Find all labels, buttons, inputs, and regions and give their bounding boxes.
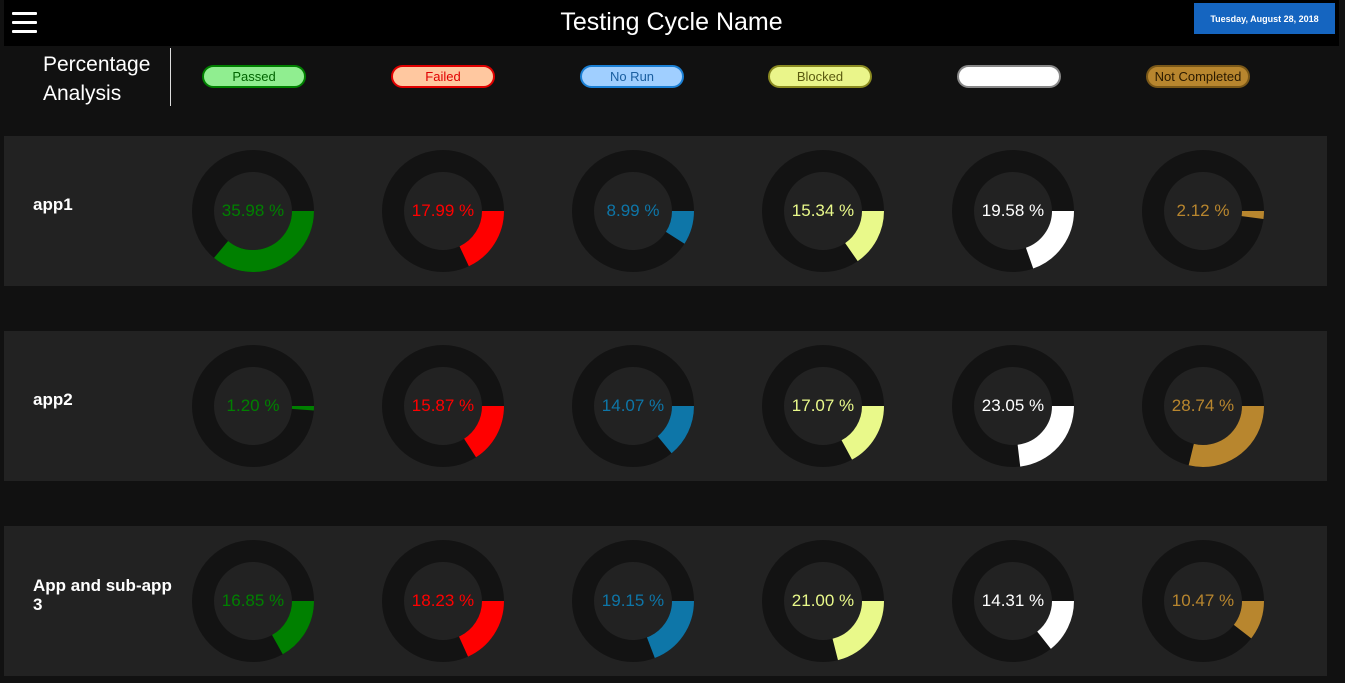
app-row: app1 35.98 % 17.99 % 8.99 % 15.34 % 19.58 % 2.… bbox=[4, 136, 1327, 286]
donut-percentage: 18.23 % bbox=[411, 591, 475, 610]
page-title: Testing Cycle Name bbox=[560, 8, 783, 36]
legend-pill-blocked[interactable]: Blocked bbox=[768, 65, 872, 88]
app-row: App and sub-app 3 16.85 % 18.23 % 19.15 % 21… bbox=[4, 526, 1327, 676]
donut-percentage: 35.98 % bbox=[221, 201, 285, 220]
donut-chart[interactable]: 14.31 % bbox=[952, 540, 1074, 662]
legend-pill-not-completed[interactable]: Not Completed bbox=[1146, 65, 1250, 88]
donut-chart[interactable]: 19.58 % bbox=[952, 150, 1074, 272]
donut-chart[interactable]: 23.05 % bbox=[952, 345, 1074, 467]
donut-percentage: 17.07 % bbox=[791, 396, 855, 415]
legend-pill-no-run[interactable]: No Run bbox=[580, 65, 684, 88]
donut-percentage: 10.47 % bbox=[1171, 591, 1235, 610]
app-name: app1 bbox=[33, 195, 73, 214]
donut-chart[interactable]: 28.74 % bbox=[1142, 345, 1264, 467]
donut-percentage: 16.85 % bbox=[221, 591, 285, 610]
donut-chart[interactable]: 2.12 % bbox=[1142, 150, 1264, 272]
legend-pill-failed[interactable]: Failed bbox=[391, 65, 495, 88]
donut-percentage: 15.34 % bbox=[791, 201, 855, 220]
donut-percentage: 17.99 % bbox=[411, 201, 475, 220]
percentage-analysis-line2: Analysis bbox=[43, 82, 122, 105]
header-divider bbox=[170, 48, 171, 106]
donut-chart[interactable]: 18.23 % bbox=[382, 540, 504, 662]
date-badge: Tuesday, August 28, 2018 bbox=[1194, 3, 1335, 34]
legend-pill-blank[interactable] bbox=[957, 65, 1061, 88]
donut-chart[interactable]: 10.47 % bbox=[1142, 540, 1264, 662]
donut-chart[interactable]: 17.07 % bbox=[762, 345, 884, 467]
donut-chart[interactable]: 19.15 % bbox=[572, 540, 694, 662]
donut-chart[interactable]: 16.85 % bbox=[192, 540, 314, 662]
donut-percentage: 8.99 % bbox=[606, 201, 660, 220]
donut-percentage: 1.20 % bbox=[226, 396, 280, 415]
percentage-analysis-label: Percentage Analysis bbox=[43, 50, 150, 108]
app-name: app2 bbox=[33, 390, 73, 409]
percentage-analysis-line1: Percentage bbox=[43, 53, 151, 76]
donut-percentage: 15.87 % bbox=[411, 396, 475, 415]
app-name: App and sub-app 3 bbox=[33, 576, 172, 614]
donut-chart[interactable]: 21.00 % bbox=[762, 540, 884, 662]
donut-percentage: 19.15 % bbox=[601, 591, 665, 610]
donut-chart[interactable]: 15.34 % bbox=[762, 150, 884, 272]
legend-pill-passed[interactable]: Passed bbox=[202, 65, 306, 88]
donut-percentage: 14.07 % bbox=[601, 396, 665, 415]
app-row: app2 1.20 % 15.87 % 14.07 % 17.07 % 23.05 % 28… bbox=[4, 331, 1327, 481]
top-bar: Testing Cycle Name Tuesday, August 28, 2… bbox=[4, 0, 1339, 46]
donut-chart[interactable]: 8.99 % bbox=[572, 150, 694, 272]
donut-chart[interactable]: 17.99 % bbox=[382, 150, 504, 272]
donut-chart[interactable]: 35.98 % bbox=[192, 150, 314, 272]
donut-percentage: 21.00 % bbox=[791, 591, 855, 610]
donut-chart[interactable]: 1.20 % bbox=[192, 345, 314, 467]
donut-percentage: 28.74 % bbox=[1171, 396, 1235, 415]
donut-percentage: 19.58 % bbox=[981, 201, 1045, 220]
donut-percentage: 23.05 % bbox=[981, 396, 1045, 415]
donut-chart[interactable]: 14.07 % bbox=[572, 345, 694, 467]
donut-percentage: 2.12 % bbox=[1176, 201, 1230, 220]
donut-percentage: 14.31 % bbox=[981, 591, 1045, 610]
donut-chart[interactable]: 15.87 % bbox=[382, 345, 504, 467]
